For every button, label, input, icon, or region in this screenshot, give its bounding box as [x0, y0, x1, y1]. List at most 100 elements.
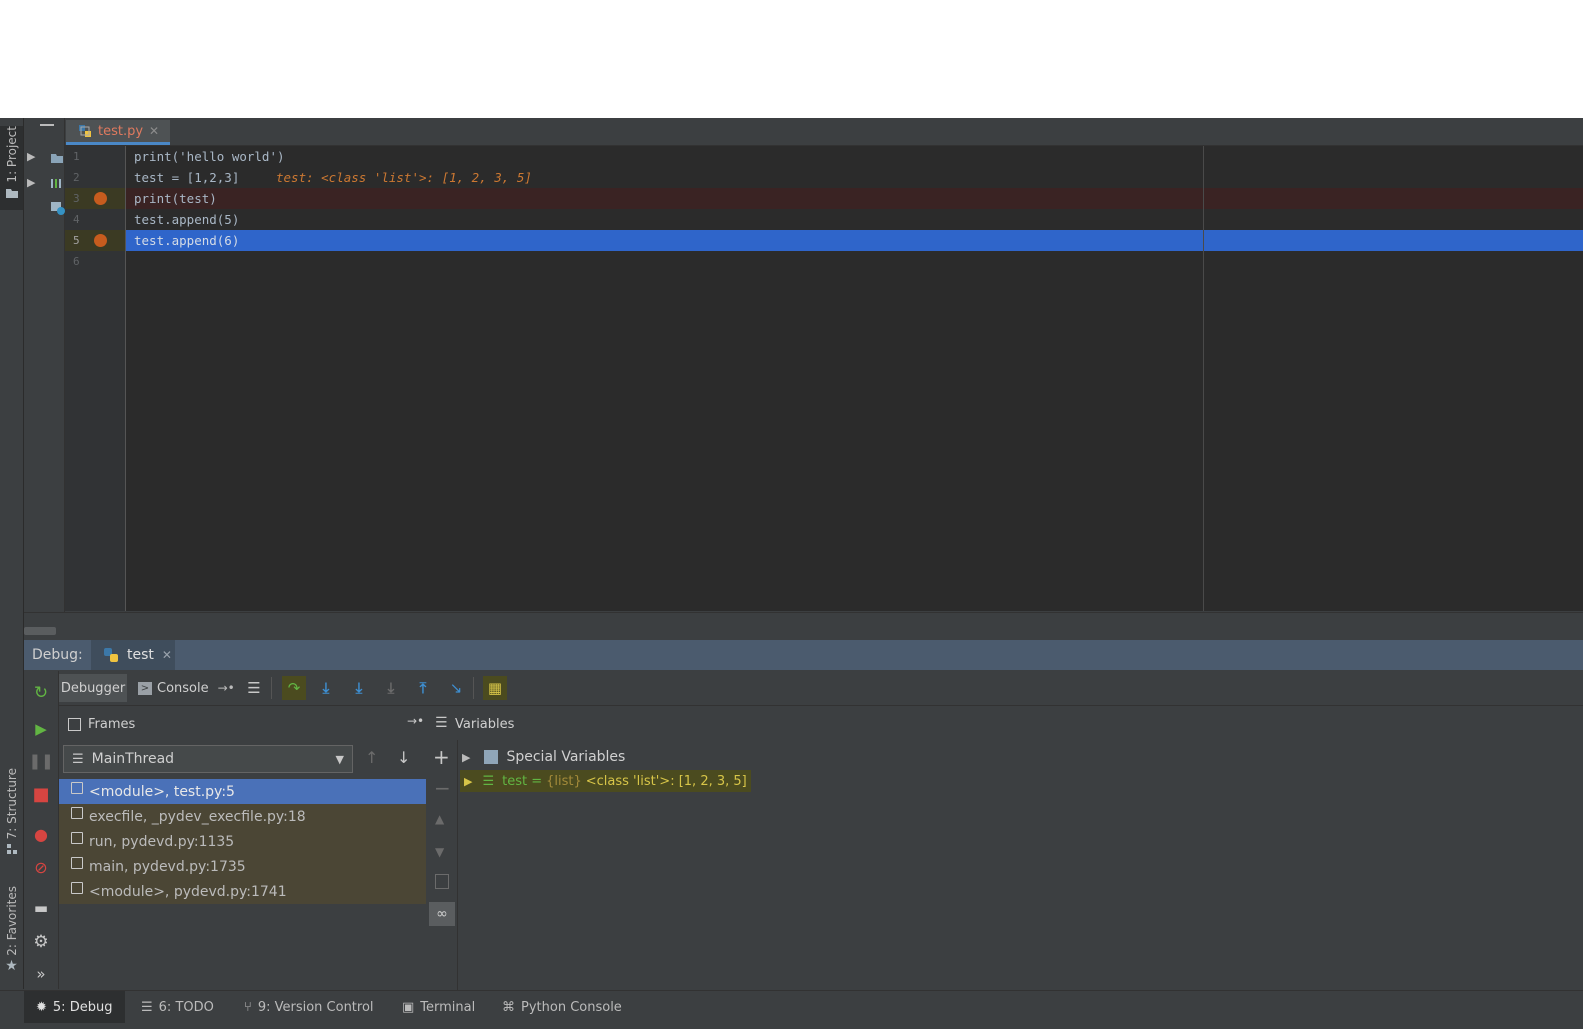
mute-breakpoints-icon[interactable]: ⊘: [29, 855, 53, 879]
debug-label: Debug:: [32, 647, 83, 663]
tool-window-bar: ✹ 5: Debug ☰ 6: TODO ⑂ 9: Version Control ▣…: [0, 990, 1583, 1023]
gutter-line[interactable]: 2: [65, 167, 125, 188]
tool-tab-debug[interactable]: ✹ 5: Debug: [36, 997, 112, 1017]
tool-tab-vcs-label: 9: Version Control: [257, 999, 374, 1015]
special-variables-label: Special Variables: [506, 749, 626, 765]
copy-icon[interactable]: [435, 874, 449, 889]
step-into-icon[interactable]: ⤓: [314, 676, 338, 700]
tab-debugger[interactable]: Debugger: [59, 674, 127, 702]
run-to-cursor-icon[interactable]: ↘: [444, 676, 468, 700]
code-text: test = [1,2,3]: [134, 170, 240, 185]
frame-row[interactable]: execfile, _pydev_execfile.py:18: [59, 804, 426, 829]
add-watch-icon[interactable]: +: [433, 745, 450, 769]
move-up-icon[interactable]: ▲: [435, 812, 444, 826]
gutter-line[interactable]: 5: [65, 230, 125, 251]
debug-session-tab[interactable]: test ✕: [91, 640, 175, 670]
line-number: 5: [73, 234, 80, 247]
python-icon: ⌘: [502, 999, 515, 1015]
resume-icon[interactable]: ▶: [29, 717, 53, 741]
step-over-icon[interactable]: ↷: [282, 676, 306, 700]
frame-row[interactable]: <module>, pydevd.py:1741: [59, 879, 426, 904]
remove-watch-icon[interactable]: −: [434, 776, 451, 800]
breakpoint-line: print(test): [126, 188, 1583, 209]
frames-header: Frames →•: [59, 710, 426, 741]
frame-label: <module>, test.py:5: [89, 783, 235, 800]
python-file-icon: [79, 125, 91, 137]
evaluate-expression-icon[interactable]: ▦: [483, 676, 507, 700]
expand-arrow-icon[interactable]: ▶: [464, 775, 472, 788]
ide-window: 1: Project 7: Structure 2: Favorites ★ ▶…: [0, 118, 1583, 1029]
frame-label: execfile, _pydev_execfile.py:18: [89, 808, 306, 825]
variables-header: ☰ Variables: [427, 710, 1583, 741]
terminal-icon: ▣: [402, 999, 415, 1015]
special-variables-node[interactable]: ▶ Special Variables: [462, 746, 625, 768]
project-tab-label: 1: Project: [4, 126, 19, 183]
code-editor[interactable]: print('hello world') test = [1,2,3] test…: [126, 146, 1583, 611]
expand-arrow-icon[interactable]: ▶: [27, 176, 35, 189]
tool-tab-todo[interactable]: ☰ 6: TODO: [141, 997, 214, 1017]
show-watches-glasses-icon[interactable]: ∞: [429, 902, 455, 926]
previous-frame-icon[interactable]: ↑: [365, 748, 378, 767]
move-down-icon[interactable]: ▼: [435, 845, 444, 859]
editor-tab-test-py[interactable]: test.py ✕: [66, 120, 170, 145]
code-text: test.append(5): [134, 212, 240, 227]
project-tool-tab[interactable]: 1: Project: [0, 126, 23, 210]
variable-row-test[interactable]: ▶ ☰ test = {list} <class 'list'>: [1, 2,…: [460, 770, 751, 792]
expand-arrow-icon[interactable]: ▶: [462, 751, 470, 764]
frames-title: Frames: [88, 717, 136, 732]
restore-layout-icon[interactable]: ▬: [29, 896, 53, 920]
structure-icon: [6, 844, 17, 855]
frame-row[interactable]: <module>, test.py:5: [59, 779, 426, 804]
variables-title: Variables: [455, 717, 515, 732]
structure-tool-tab[interactable]: 7: Structure: [0, 768, 23, 860]
expand-arrow-icon[interactable]: ▶: [27, 150, 35, 163]
next-frame-icon[interactable]: ↓: [397, 748, 410, 767]
favorites-tab-label: 2: Favorites: [4, 886, 19, 956]
view-breakpoints-icon[interactable]: ●: [29, 822, 53, 846]
folder-icon: [51, 154, 63, 163]
breakpoint-icon[interactable]: [94, 192, 107, 205]
horizontal-scrollbar[interactable]: [24, 612, 1583, 639]
gutter-line[interactable]: 1: [65, 146, 125, 167]
pin-icon[interactable]: →•: [407, 714, 424, 728]
tool-tab-version-control[interactable]: ⑂ 9: Version Control: [244, 997, 374, 1017]
gutter-line[interactable]: 3: [65, 188, 125, 209]
more-icon[interactable]: »: [29, 962, 53, 986]
menu-icon[interactable]: ☰: [242, 676, 266, 700]
tool-tab-terminal[interactable]: ▣ Terminal: [402, 997, 475, 1017]
menu-icon[interactable]: ☰: [435, 715, 448, 731]
code-line: test.append(5): [126, 209, 1583, 230]
rerun-icon[interactable]: ↻: [29, 681, 53, 705]
settings-gear-icon[interactable]: ⚙: [29, 930, 53, 954]
stop-icon[interactable]: ■: [29, 782, 53, 806]
session-name: test: [127, 647, 154, 663]
breakpoint-icon[interactable]: [94, 234, 107, 247]
close-icon[interactable]: ✕: [149, 124, 159, 138]
frame-row[interactable]: main, pydevd.py:1735: [59, 854, 426, 879]
project-panel: ▶ ▶: [24, 118, 65, 623]
tab-console[interactable]: > Console →•: [138, 674, 235, 702]
minimize-icon[interactable]: [40, 124, 54, 126]
thread-selector[interactable]: ☰ MainThread ▼: [63, 745, 353, 773]
gutter-line[interactable]: 6: [65, 251, 125, 272]
frame-row[interactable]: run, pydevd.py:1135: [59, 829, 426, 854]
folder-icon: [5, 188, 18, 198]
scrollbar-thumb[interactable]: [24, 627, 56, 635]
tool-tab-python-console[interactable]: ⌘ Python Console: [502, 997, 622, 1017]
tool-tab-terminal-label: Terminal: [420, 999, 476, 1015]
pause-icon[interactable]: ❚❚: [28, 749, 53, 773]
line-number: 1: [73, 150, 80, 163]
gutter-line[interactable]: 4: [65, 209, 125, 230]
line-number: 2: [73, 171, 80, 184]
step-into-my-code-icon[interactable]: ⤓: [347, 676, 371, 700]
close-icon[interactable]: ✕: [162, 648, 172, 662]
debug-side-toolbar: ↻ ▶ ❚❚ ■ ● ⊘ ▬ ⚙ »: [24, 671, 59, 989]
tool-tab-todo-label: 6: TODO: [158, 999, 214, 1015]
tab-console-label: Console: [157, 680, 209, 696]
pin-icon[interactable]: →•: [218, 681, 235, 695]
editor-tab-filename: test.py: [98, 123, 144, 139]
step-out-icon[interactable]: ⤒: [411, 676, 435, 700]
force-step-into-icon[interactable]: ⤓: [379, 676, 403, 700]
favorites-tool-tab[interactable]: 2: Favorites ★: [0, 886, 23, 978]
frames-icon: [68, 718, 81, 731]
